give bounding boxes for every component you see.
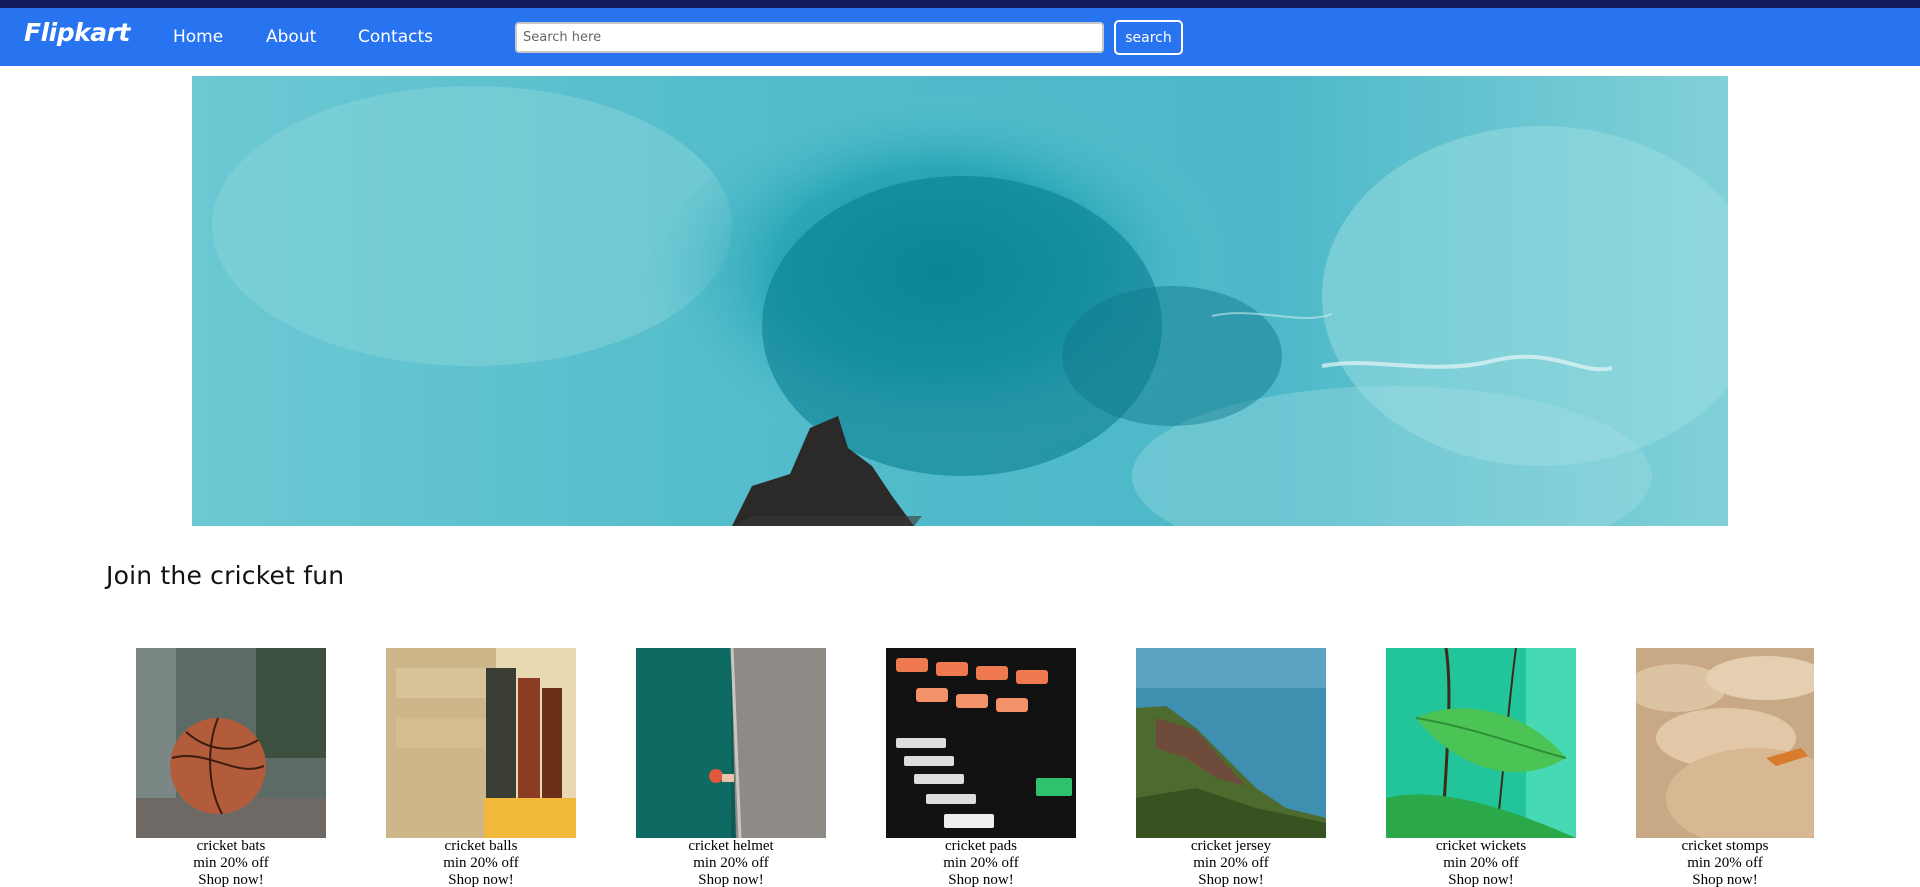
product-image-leaf[interactable] — [1386, 648, 1576, 838]
product-image-coast[interactable] — [1136, 648, 1326, 838]
product-card: cricket stomps min 20% off Shop now! — [1636, 648, 1814, 887]
product-image-basketball[interactable] — [136, 648, 326, 838]
product-name: cricket jersey — [1190, 838, 1272, 854]
section-title: Join the cricket fun — [106, 561, 345, 590]
product-card: cricket helmet min 20% off Shop now! — [636, 648, 826, 887]
shop-now-link[interactable]: Shop now! — [1636, 872, 1814, 887]
product-discount: min 20% off — [1687, 855, 1763, 871]
product-card: cricket pads min 20% off Shop now! — [886, 648, 1076, 887]
top-strip — [0, 0, 1920, 8]
hero-banner — [192, 76, 1728, 526]
product-image-mixer[interactable] — [886, 648, 1076, 838]
product-card: cricket balls min 20% off Shop now! — [386, 648, 576, 887]
product-discount: min 20% off — [1443, 855, 1519, 871]
brand-logo[interactable]: Flipkart — [24, 18, 130, 47]
product-card: cricket bats min 20% off Shop now! — [136, 648, 326, 887]
product-name: cricket balls — [444, 838, 518, 854]
product-list: cricket bats min 20% off Shop now! crick… — [0, 648, 1920, 887]
nav-link-contacts[interactable]: Contacts — [358, 27, 433, 47]
navbar: Flipkart Home About Contacts search — [0, 8, 1920, 66]
product-discount: min 20% off — [1193, 855, 1269, 871]
product-name: cricket stomps — [1681, 838, 1769, 854]
product-image-stones[interactable] — [1636, 648, 1814, 838]
nav-link-about[interactable]: About — [266, 27, 316, 47]
product-card: cricket jersey min 20% off Shop now! — [1136, 648, 1326, 887]
shop-now-link[interactable]: Shop now! — [886, 872, 1076, 887]
hero-banner-image — [192, 76, 1728, 526]
product-discount: min 20% off — [943, 855, 1019, 871]
shop-now-link[interactable]: Shop now! — [136, 872, 326, 887]
product-image-climber[interactable] — [636, 648, 826, 838]
product-name: cricket helmet — [688, 838, 774, 854]
search-button[interactable]: search — [1114, 20, 1183, 55]
shop-now-link[interactable]: Shop now! — [636, 872, 826, 887]
product-card: cricket wickets min 20% off Shop now! — [1386, 648, 1576, 887]
product-name: cricket bats — [196, 838, 266, 854]
search-input[interactable] — [515, 22, 1104, 53]
product-name: cricket pads — [944, 838, 1018, 854]
product-name: cricket wickets — [1435, 838, 1527, 854]
shop-now-link[interactable]: Shop now! — [386, 872, 576, 887]
product-image-books[interactable] — [386, 648, 576, 838]
shop-now-link[interactable]: Shop now! — [1136, 872, 1326, 887]
product-discount: min 20% off — [443, 855, 519, 871]
shop-now-link[interactable]: Shop now! — [1386, 872, 1576, 887]
product-discount: min 20% off — [193, 855, 269, 871]
product-discount: min 20% off — [693, 855, 769, 871]
nav-link-home[interactable]: Home — [173, 27, 223, 47]
